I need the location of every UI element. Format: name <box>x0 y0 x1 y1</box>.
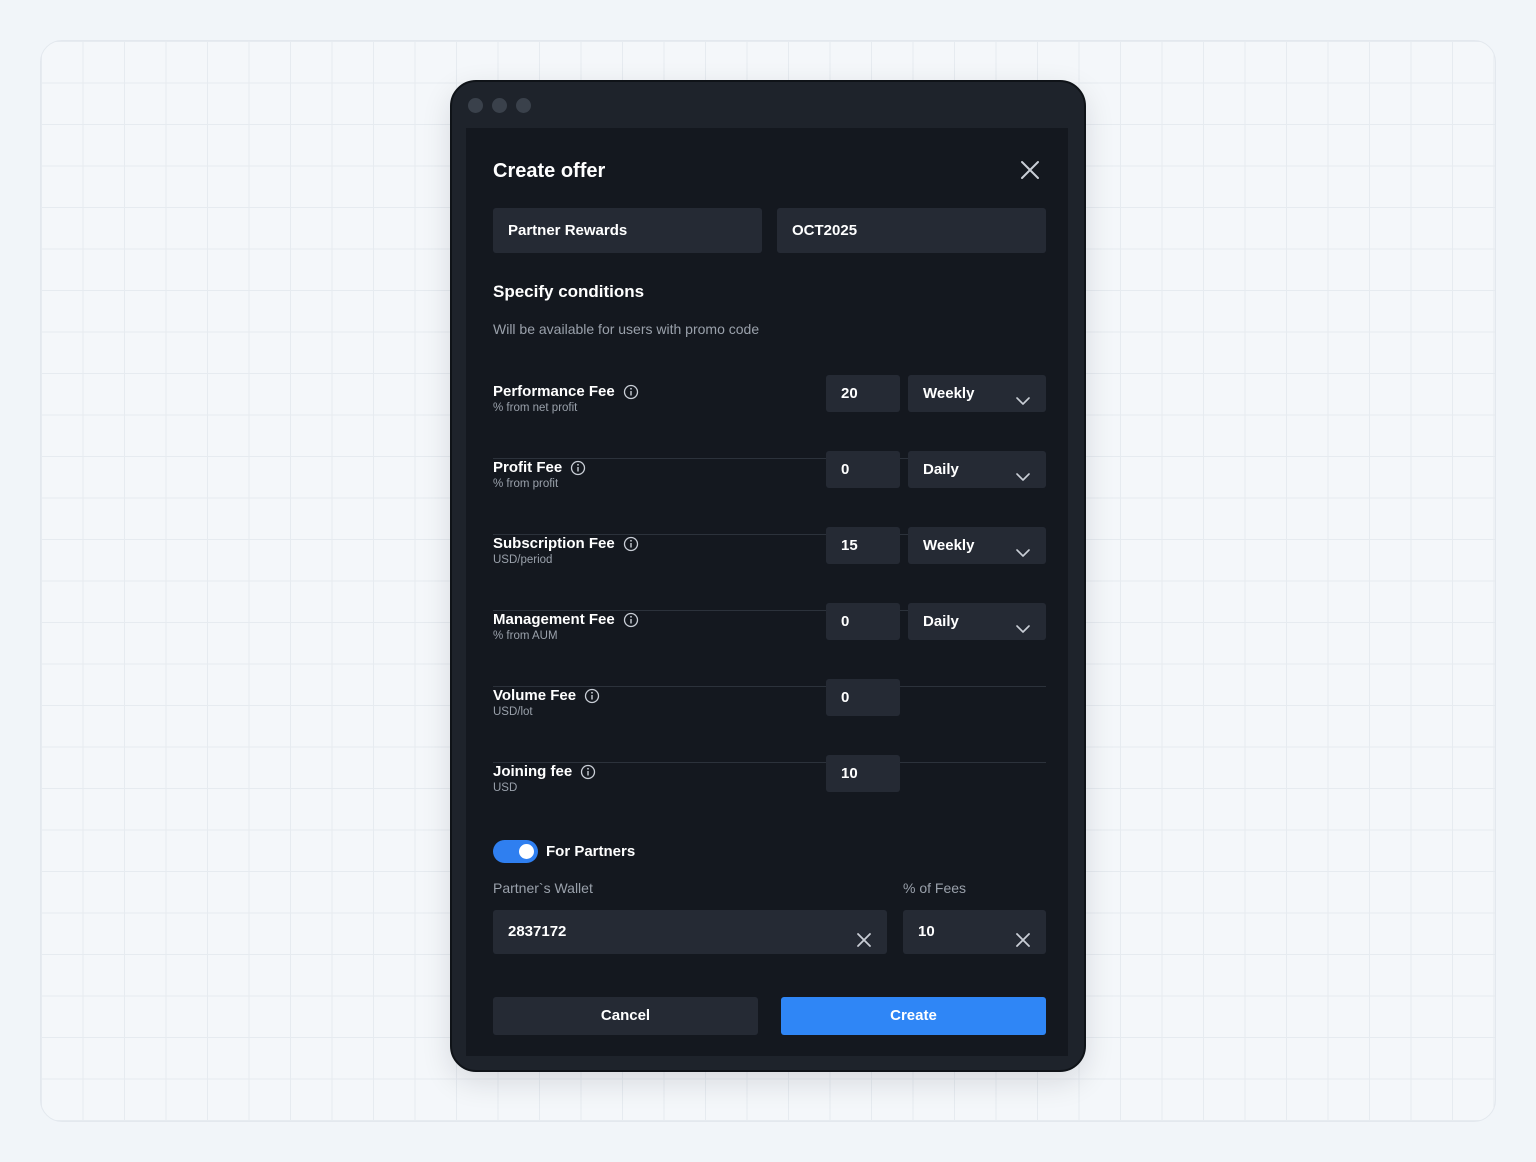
volume-fee-unit: USD/lot <box>493 706 533 718</box>
management-fee-period-value: Daily <box>923 613 959 630</box>
profit-fee-period-select[interactable]: Daily <box>908 451 1046 488</box>
joining-fee-row: Joining fee USD 10 <box>493 755 1046 839</box>
modal-title: Create offer <box>493 160 606 182</box>
profit-fee-row: Profit Fee % from profit 0 Daily <box>493 451 1046 535</box>
for-partners-label: For Partners <box>546 843 636 860</box>
joining-fee-input[interactable]: 10 <box>826 755 900 792</box>
performance-fee-input[interactable]: 20 <box>826 375 900 412</box>
create-button[interactable]: Create <box>781 997 1046 1035</box>
management-fee-row: Management Fee % from AUM 0 Daily <box>493 603 1046 687</box>
for-partners-toggle-row: For Partners <box>493 840 635 863</box>
performance-fee-unit: % from net profit <box>493 402 578 414</box>
management-fee-input[interactable]: 0 <box>826 603 900 640</box>
info-icon[interactable] <box>584 688 600 704</box>
clear-wallet-icon[interactable] <box>855 923 873 947</box>
clear-fees-icon[interactable] <box>1014 923 1032 947</box>
wallet-label: Partner`s Wallet <box>493 880 593 896</box>
info-icon[interactable] <box>623 384 639 400</box>
app-window: Create offer Partner Rewards OCT2025 Spe… <box>450 80 1086 1072</box>
fees-percent-label: % of Fees <box>903 880 967 896</box>
subscription-fee-period-select[interactable]: Weekly <box>908 527 1046 564</box>
chevron-down-icon <box>1015 462 1031 481</box>
volume-fee-row: Volume Fee USD/lot 0 <box>493 679 1046 763</box>
create-offer-modal: Create offer Partner Rewards OCT2025 Spe… <box>466 128 1068 1056</box>
info-icon[interactable] <box>623 536 639 552</box>
toggle-knob <box>519 844 534 859</box>
profit-fee-input[interactable]: 0 <box>826 451 900 488</box>
window-dot-close[interactable] <box>468 98 483 113</box>
promo-code-input[interactable]: OCT2025 <box>777 208 1046 253</box>
performance-fee-period-select[interactable]: Weekly <box>908 375 1046 412</box>
offer-name-input[interactable]: Partner Rewards <box>493 208 762 253</box>
joining-fee-unit: USD <box>493 782 518 794</box>
wallet-value: 2837172 <box>508 923 567 940</box>
window-dot-maximize[interactable] <box>516 98 531 113</box>
profit-fee-label: Profit Fee <box>493 459 563 476</box>
profit-fee-unit: % from profit <box>493 478 559 490</box>
for-partners-toggle[interactable] <box>493 840 538 863</box>
window-controls <box>468 98 531 113</box>
profit-fee-period-value: Daily <box>923 461 959 478</box>
info-icon[interactable] <box>580 764 596 780</box>
subscription-fee-row: Subscription Fee USD/period 15 Weekly <box>493 527 1046 611</box>
info-icon[interactable] <box>570 460 586 476</box>
performance-fee-label: Performance Fee <box>493 383 615 400</box>
chevron-down-icon <box>1015 386 1031 405</box>
subscription-fee-label: Subscription Fee <box>493 535 615 552</box>
volume-fee-input[interactable]: 0 <box>826 679 900 716</box>
subscription-fee-unit: USD/period <box>493 554 553 566</box>
joining-fee-label: Joining fee <box>493 763 573 780</box>
cancel-button[interactable]: Cancel <box>493 997 758 1035</box>
chevron-down-icon <box>1015 538 1031 557</box>
management-fee-label: Management Fee <box>493 611 615 628</box>
window-dot-minimize[interactable] <box>492 98 507 113</box>
chevron-down-icon <box>1015 614 1031 633</box>
wallet-input[interactable]: 2837172 <box>493 910 887 954</box>
subscription-fee-period-value: Weekly <box>923 537 975 554</box>
subscription-fee-input[interactable]: 15 <box>826 527 900 564</box>
close-icon[interactable] <box>1017 157 1043 183</box>
management-fee-unit: % from AUM <box>493 630 558 642</box>
management-fee-period-select[interactable]: Daily <box>908 603 1046 640</box>
volume-fee-label: Volume Fee <box>493 687 577 704</box>
info-icon[interactable] <box>623 612 639 628</box>
conditions-title: Specify conditions <box>493 282 645 301</box>
fees-percent-value: 10 <box>918 923 935 940</box>
performance-fee-row: Performance Fee % from net profit 20 Wee… <box>493 375 1046 459</box>
performance-fee-period-value: Weekly <box>923 385 975 402</box>
fees-percent-input[interactable]: 10 <box>903 910 1046 954</box>
conditions-subtitle: Will be available for users with promo c… <box>493 321 760 337</box>
